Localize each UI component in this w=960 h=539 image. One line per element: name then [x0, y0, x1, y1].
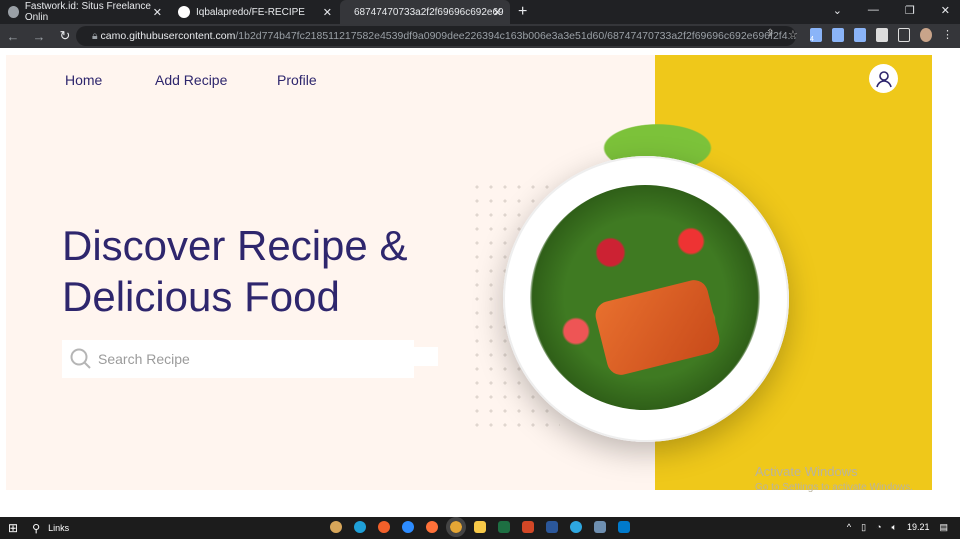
taskbar-search-icon[interactable]: ⚲: [32, 522, 40, 535]
nav-add-recipe[interactable]: Add Recipe: [155, 72, 227, 88]
url-host: camo.githubusercontent.com: [100, 30, 236, 42]
search-box[interactable]: [62, 340, 414, 378]
powerpoint-icon[interactable]: [522, 521, 534, 533]
volume-icon[interactable]: 🔈︎: [892, 522, 897, 533]
tab-github[interactable]: Iqbalapredo/FE-RECIPE ✕: [170, 0, 340, 24]
url-path: /1b2d774b47fc218511217582e4539df9a0909de…: [235, 30, 796, 42]
share-icon[interactable]: ⇪: [766, 28, 778, 42]
firefox-icon[interactable]: [426, 521, 438, 533]
tab-fastwork[interactable]: Fastwork.id: Situs Freelance Onlin ✕: [0, 0, 170, 24]
address-bar-row: ← → ↻ 🔒︎ camo.githubusercontent.com/1b2d…: [0, 24, 960, 48]
url-input[interactable]: 🔒︎ camo.githubusercontent.com/1b2d774b47…: [76, 26, 796, 46]
nav-home[interactable]: Home: [65, 72, 102, 88]
extension-badge: 4: [810, 36, 814, 43]
zoom-icon[interactable]: [402, 521, 414, 533]
close-window-button[interactable]: ✕: [941, 4, 950, 17]
notification-icon[interactable]: ▤: [939, 522, 948, 533]
tab-label: 68747470733a2f2f69696c692e69: [354, 6, 504, 18]
restore-button[interactable]: ❐: [905, 4, 915, 17]
clock[interactable]: 19.21: [907, 522, 930, 533]
hero-title: Discover Recipe & Delicious Food: [62, 220, 407, 322]
wifi-icon[interactable]: ◔: [876, 522, 881, 533]
hero-line-1: Discover Recipe &: [62, 222, 408, 269]
tab-image[interactable]: 68747470733a2f2f69696c692e69 ✕: [340, 0, 510, 24]
github-icon: [178, 6, 190, 18]
new-tab-button[interactable]: +: [518, 3, 527, 21]
close-tab-icon[interactable]: ✕: [493, 6, 502, 19]
user-icon: [875, 70, 892, 87]
search-icon: [70, 348, 91, 369]
chrome-icon[interactable]: [446, 517, 466, 537]
translate-icon[interactable]: [832, 28, 844, 42]
back-button[interactable]: ←: [0, 29, 26, 44]
tab-search-icon[interactable]: ⌄: [833, 4, 842, 17]
watermark-title: Activate Windows: [755, 464, 858, 479]
vscode-icon[interactable]: [618, 521, 630, 533]
star-icon[interactable]: ☆: [788, 28, 800, 42]
sidepanel-icon[interactable]: [898, 28, 910, 42]
tab-label: Iqbalapredo/FE-RECIPE: [196, 6, 305, 18]
nav-profile[interactable]: Profile: [277, 72, 317, 88]
search-decoration: [414, 347, 438, 366]
close-tab-icon[interactable]: ✕: [323, 6, 332, 19]
menu-icon[interactable]: ⋮: [942, 28, 954, 42]
watermark-subtitle: Go to Settings to activate Windows.: [755, 482, 913, 493]
file-explorer-icon[interactable]: [474, 521, 486, 533]
app-icon[interactable]: [378, 521, 390, 533]
edge-icon[interactable]: [354, 521, 366, 533]
meet-icon[interactable]: ▯: [861, 522, 866, 533]
profile-avatar[interactable]: [920, 28, 932, 42]
extension-icon[interactable]: 4: [810, 28, 822, 43]
puzzle-icon[interactable]: [876, 28, 888, 42]
chevron-up-icon[interactable]: ^: [847, 522, 851, 533]
tab-label: Fastwork.id: Situs Freelance Onlin: [24, 1, 151, 23]
user-avatar-button[interactable]: [869, 64, 898, 93]
fastwork-icon: [8, 6, 19, 18]
minimize-button[interactable]: —: [868, 4, 879, 17]
reload-button[interactable]: ↻: [52, 28, 78, 44]
taskbar: ⊞ ⚲ Links ^ ▯ ◔ 🔈︎ 19.21 ▤: [0, 517, 960, 539]
lock-icon: 🔒︎: [92, 30, 101, 42]
app-icon[interactable]: [330, 521, 342, 533]
app-icon[interactable]: [570, 521, 582, 533]
search-input[interactable]: [98, 351, 398, 367]
hero-line-2: Delicious Food: [62, 273, 340, 320]
taskbar-search-label[interactable]: Links: [48, 523, 69, 533]
windows-start-icon[interactable]: ⊞: [8, 521, 18, 535]
excel-icon[interactable]: [498, 521, 510, 533]
word-icon[interactable]: [546, 521, 558, 533]
forward-button[interactable]: →: [26, 29, 52, 44]
app-icon[interactable]: [594, 521, 606, 533]
close-tab-icon[interactable]: ✕: [153, 6, 162, 19]
activate-windows-watermark: Activate Windows Go to Settings to activa…: [755, 464, 913, 493]
browser-tab-bar: Fastwork.id: Situs Freelance Onlin ✕ Iqba…: [0, 0, 960, 24]
docs-icon[interactable]: [854, 28, 866, 42]
